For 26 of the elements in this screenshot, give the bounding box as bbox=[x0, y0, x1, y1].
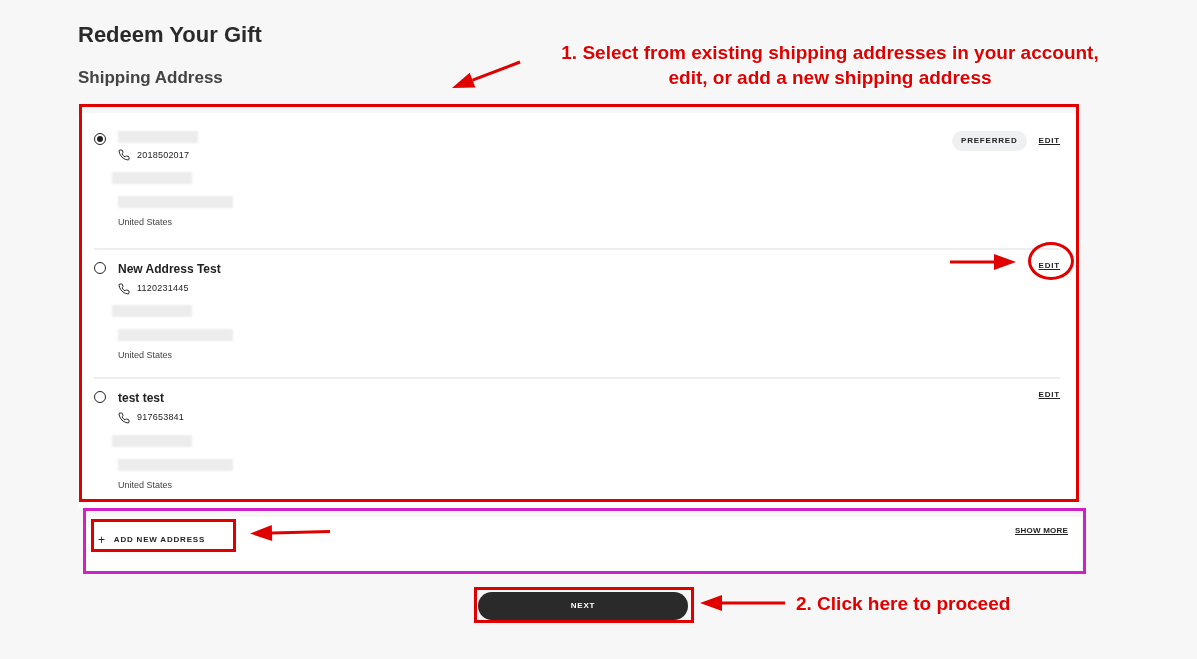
country: United States bbox=[118, 478, 173, 492]
plus-icon: + bbox=[98, 530, 106, 549]
country: United States bbox=[118, 349, 173, 363]
phone-number: 1120231445 bbox=[137, 281, 189, 295]
annotation-circle bbox=[1028, 242, 1074, 280]
section-title: Shipping Address bbox=[78, 67, 223, 89]
address-name: test test bbox=[118, 390, 164, 406]
edit-link[interactable]: EDIT bbox=[1038, 389, 1060, 402]
phone-icon bbox=[118, 282, 130, 295]
phone-number: 2018502017 bbox=[137, 148, 190, 162]
country: United States bbox=[118, 216, 173, 229]
show-more-link[interactable]: SHOW MORE bbox=[1015, 524, 1068, 537]
phone-icon bbox=[118, 149, 130, 162]
address-name: New Address Test bbox=[118, 260, 221, 276]
annotation-arrow bbox=[452, 60, 521, 88]
annotation-text: 2. Click here to proceed bbox=[796, 592, 1011, 616]
edit-link[interactable]: EDIT bbox=[1038, 259, 1060, 272]
preferred-badge: PREFERRED bbox=[952, 130, 1027, 151]
next-button[interactable]: NEXT bbox=[478, 591, 688, 620]
add-address-button[interactable]: + ADD NEW ADDRESS bbox=[98, 530, 206, 549]
annotation-text: 1. Select from existing shipping addresses in your account, edit, or add a new shipping address bbox=[560, 41, 1100, 90]
phone-icon bbox=[118, 411, 130, 424]
edit-link[interactable]: EDIT bbox=[1038, 134, 1060, 147]
annotation-arrow bbox=[950, 254, 1016, 270]
phone-number: 917653841 bbox=[137, 411, 185, 425]
page-title: Redeem Your Gift bbox=[78, 21, 262, 49]
